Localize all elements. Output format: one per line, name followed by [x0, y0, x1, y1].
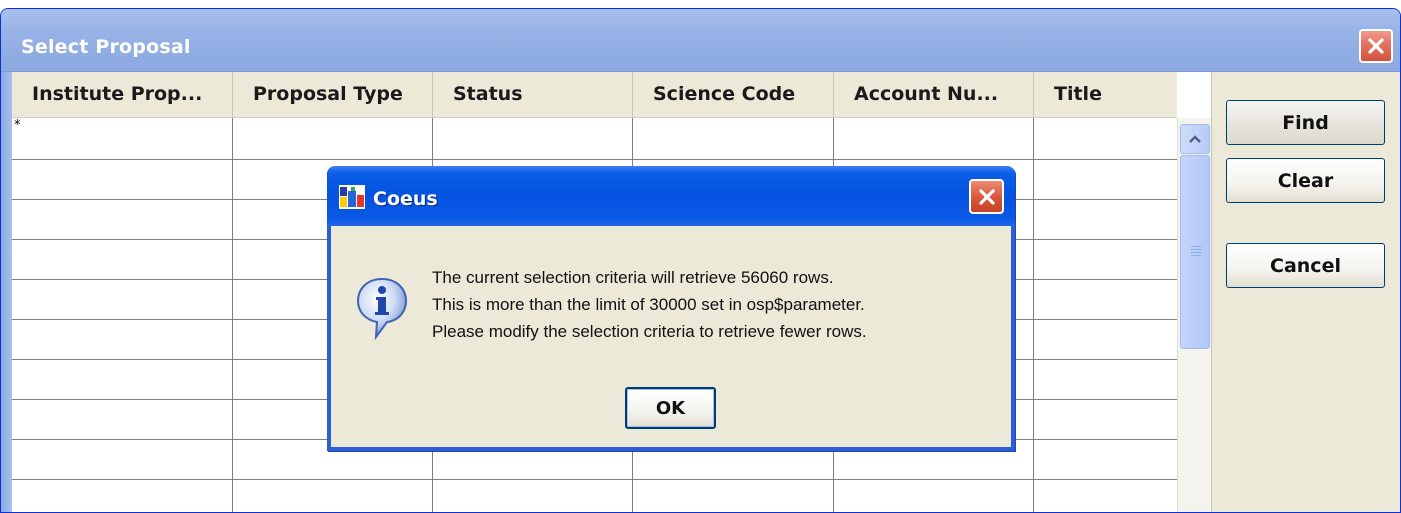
table-cell[interactable]	[1034, 240, 1177, 279]
find-button[interactable]: Find	[1226, 100, 1385, 145]
dialog-close-button[interactable]	[969, 179, 1004, 214]
cancel-button[interactable]: Cancel	[1226, 243, 1385, 288]
table-cell[interactable]	[12, 480, 233, 512]
message-line: Please modify the selection criteria to …	[432, 322, 867, 341]
message-line: The current selection criteria will retr…	[432, 268, 834, 287]
column-header-status[interactable]: Status	[433, 72, 633, 118]
table-header: Institute Prop... Proposal Type Status S…	[12, 72, 1177, 118]
table-cell[interactable]	[834, 118, 1034, 159]
table-cell[interactable]	[433, 480, 633, 512]
table-cell[interactable]	[1034, 160, 1177, 199]
table-cell[interactable]	[233, 118, 433, 159]
table-cell[interactable]	[12, 400, 233, 439]
table-cell[interactable]	[12, 280, 233, 319]
table-cell[interactable]	[12, 160, 233, 199]
window-title: Select Proposal	[21, 36, 191, 58]
chevron-up-icon	[1189, 135, 1201, 143]
close-icon	[1368, 38, 1384, 54]
table-cell[interactable]	[1034, 400, 1177, 439]
table-row[interactable]: *	[12, 118, 1177, 160]
table-cell[interactable]	[1034, 480, 1177, 512]
column-header-proposal-type[interactable]: Proposal Type	[233, 72, 433, 118]
table-cell[interactable]	[1034, 440, 1177, 479]
table-cell[interactable]	[1034, 280, 1177, 319]
table-cell[interactable]	[1034, 360, 1177, 399]
clear-button[interactable]: Clear	[1226, 158, 1385, 203]
coeus-app-icon	[339, 185, 365, 209]
column-header-account-number[interactable]: Account Nu...	[834, 72, 1034, 118]
table-cell[interactable]	[834, 480, 1034, 512]
table-cell[interactable]	[1034, 200, 1177, 239]
scroll-up-button[interactable]	[1180, 124, 1210, 154]
table-cell[interactable]	[12, 360, 233, 399]
window-titlebar[interactable]: Select Proposal	[1, 9, 1400, 72]
table-cell[interactable]	[12, 320, 233, 359]
column-header-title[interactable]: Title	[1034, 72, 1177, 118]
column-header-institute-proposal[interactable]: Institute Prop...	[12, 72, 233, 118]
table-cell[interactable]	[633, 480, 834, 512]
ok-button[interactable]: OK	[625, 387, 716, 429]
message-line: This is more than the limit of 30000 set…	[432, 295, 865, 314]
table-cell[interactable]	[433, 118, 633, 159]
column-header-science-code[interactable]: Science Code	[633, 72, 834, 118]
action-panel: Find Clear Cancel	[1211, 72, 1400, 512]
dialog-title: Coeus	[373, 188, 438, 210]
window-close-button[interactable]	[1359, 29, 1393, 63]
table-cell[interactable]	[233, 480, 433, 512]
table-cell[interactable]	[1034, 118, 1177, 159]
table-cell[interactable]	[12, 240, 233, 279]
window-frame-left	[1, 72, 12, 512]
table-cell[interactable]	[12, 440, 233, 479]
scroll-thumb[interactable]	[1180, 155, 1210, 349]
table-cell[interactable]: *	[12, 118, 233, 159]
close-icon	[978, 188, 995, 205]
info-icon	[356, 277, 408, 341]
table-cell[interactable]	[1034, 320, 1177, 359]
dialog-titlebar[interactable]: Coeus	[327, 166, 1015, 226]
row-marker: *	[14, 118, 21, 133]
coeus-message-dialog: Coeus The current selection criteria wil…	[327, 166, 1015, 451]
vertical-scrollbar[interactable]	[1177, 118, 1211, 512]
dialog-message: The current selection criteria will retr…	[432, 264, 867, 345]
grip-icon	[1191, 246, 1201, 258]
table-row[interactable]	[12, 480, 1177, 512]
table-cell[interactable]	[12, 200, 233, 239]
table-cell[interactable]	[633, 118, 834, 159]
